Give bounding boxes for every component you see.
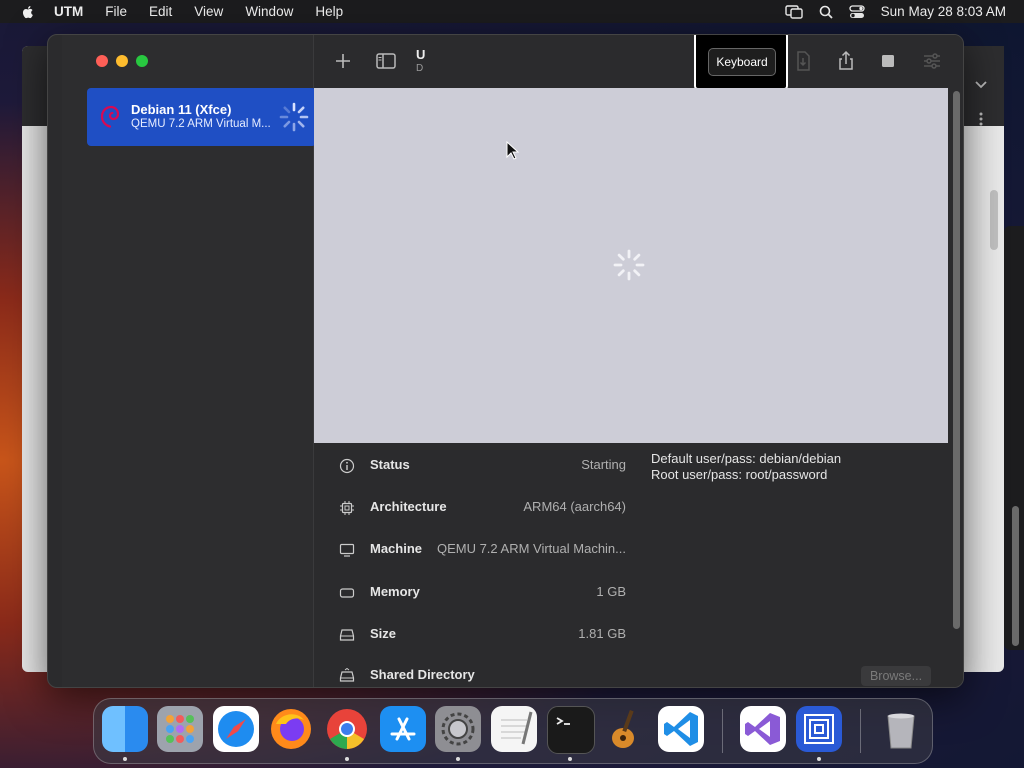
browse-button[interactable]: Browse...	[861, 666, 931, 686]
memory-icon	[339, 588, 355, 598]
menu-clock[interactable]: Sun May 28 8:03 AM	[881, 4, 1006, 19]
vm-list-item-debian[interactable]: Debian 11 (Xfce) QEMU 7.2 ARM Virtual M.…	[87, 88, 316, 146]
trash-icon[interactable]	[878, 706, 924, 752]
close-button[interactable]	[96, 55, 108, 67]
safari-icon[interactable]	[213, 706, 259, 752]
control-center-icon[interactable]	[849, 4, 865, 19]
mouse-cursor-icon	[506, 141, 520, 160]
utm-window: Debian 11 (Xfce) QEMU 7.2 ARM Virtual M.…	[47, 34, 964, 688]
detail-value: Starting	[581, 457, 626, 472]
detail-label: Machine	[370, 541, 423, 556]
finder-icon[interactable]	[102, 706, 148, 752]
visual-studio-icon[interactable]	[740, 706, 786, 752]
loading-spinner-icon	[279, 102, 309, 132]
add-icon[interactable]	[331, 49, 355, 73]
detail-row-status: Status Starting	[314, 454, 634, 478]
menu-edit[interactable]: Edit	[149, 4, 172, 19]
more-icon	[979, 112, 983, 126]
notes-line: Default user/pass: debian/debian	[651, 451, 842, 466]
vm-name: Debian 11 (Xfce)	[131, 102, 232, 117]
utm-icon[interactable]	[796, 706, 842, 752]
detail-label: Size	[370, 626, 397, 641]
firefox-icon[interactable]	[268, 706, 314, 752]
menu-bar: UTM File Edit View Window Help Sun May 2…	[0, 0, 1024, 23]
keyboard-tooltip: Keyboard	[708, 48, 776, 76]
screen-mirroring-icon[interactable]	[784, 4, 803, 19]
vm-display[interactable]	[314, 88, 948, 443]
sidebar-toggle-icon[interactable]	[374, 49, 398, 73]
vscode-icon[interactable]	[658, 706, 704, 752]
menu-window[interactable]: Window	[245, 4, 293, 19]
detail-row-architecture: Architecture ARM64 (aarch64)	[314, 496, 634, 520]
detail-row-shared-directory: Shared Directory	[314, 664, 634, 687]
menu-app-name[interactable]: UTM	[54, 4, 83, 19]
toolbar: U D Keyboard	[314, 35, 963, 90]
spotlight-search-icon[interactable]	[819, 5, 833, 19]
vm-details-panel: Status Starting Architecture ARM64 (aarc…	[314, 443, 948, 687]
window-title: U	[416, 47, 426, 62]
minimize-button[interactable]	[116, 55, 128, 67]
detail-value: ARM64 (aarch64)	[523, 499, 626, 514]
drive-icon	[339, 629, 355, 641]
info-icon	[339, 458, 355, 474]
stop-icon[interactable]	[876, 49, 900, 73]
detail-value: QEMU 7.2 ARM Virtual Machin...	[436, 541, 626, 556]
detail-label: Architecture	[370, 499, 447, 514]
chrome-icon[interactable]	[324, 706, 370, 752]
detail-label: Shared Directory	[370, 667, 475, 682]
window-controls	[96, 55, 148, 67]
shared-drive-icon	[339, 668, 355, 682]
settings-icon[interactable]	[920, 49, 944, 73]
scrollbar[interactable]	[990, 190, 998, 250]
vm-subtitle: QEMU 7.2 ARM Virtual M...	[131, 118, 271, 130]
chevron-down-icon	[975, 81, 987, 89]
debian-logo-icon	[100, 105, 120, 128]
detail-row-size: Size 1.81 GB	[314, 623, 634, 647]
share-icon[interactable]	[834, 49, 858, 73]
launchpad-icon[interactable]	[157, 706, 203, 752]
move-icon[interactable]	[791, 49, 815, 73]
detail-label: Status	[370, 457, 410, 472]
sidebar: Debian 11 (Xfce) QEMU 7.2 ARM Virtual M.…	[62, 35, 316, 687]
detail-value: 1 GB	[596, 584, 626, 599]
window-subtitle: D	[416, 63, 424, 74]
notes-line: Root user/pass: root/password	[651, 467, 828, 482]
app-store-icon[interactable]	[380, 706, 426, 752]
detail-row-machine: Machine QEMU 7.2 ARM Virtual Machin...	[314, 538, 634, 562]
menu-file[interactable]: File	[105, 4, 127, 19]
detail-row-memory: Memory 1 GB	[314, 581, 634, 605]
display-icon	[339, 543, 355, 557]
apple-icon[interactable]	[20, 4, 36, 20]
terminal-icon[interactable]	[547, 706, 595, 754]
garageband-icon[interactable]	[602, 706, 648, 752]
vertical-scrollbar[interactable]	[950, 88, 963, 687]
textedit-icon[interactable]	[491, 706, 537, 752]
detail-label: Memory	[370, 584, 420, 599]
loading-spinner-icon	[613, 249, 645, 281]
zoom-button[interactable]	[136, 55, 148, 67]
background-window-right	[960, 46, 1004, 672]
dock	[93, 698, 933, 764]
tooltip-highlight: Keyboard	[694, 35, 788, 90]
cpu-icon	[340, 501, 354, 515]
background-window-far-right	[1004, 226, 1024, 650]
menu-view[interactable]: View	[194, 4, 223, 19]
menu-help[interactable]: Help	[315, 4, 343, 19]
detail-value: 1.81 GB	[578, 626, 626, 641]
system-settings-icon[interactable]	[435, 706, 481, 752]
vm-notes: Default user/pass: debian/debian Root us…	[651, 451, 841, 483]
